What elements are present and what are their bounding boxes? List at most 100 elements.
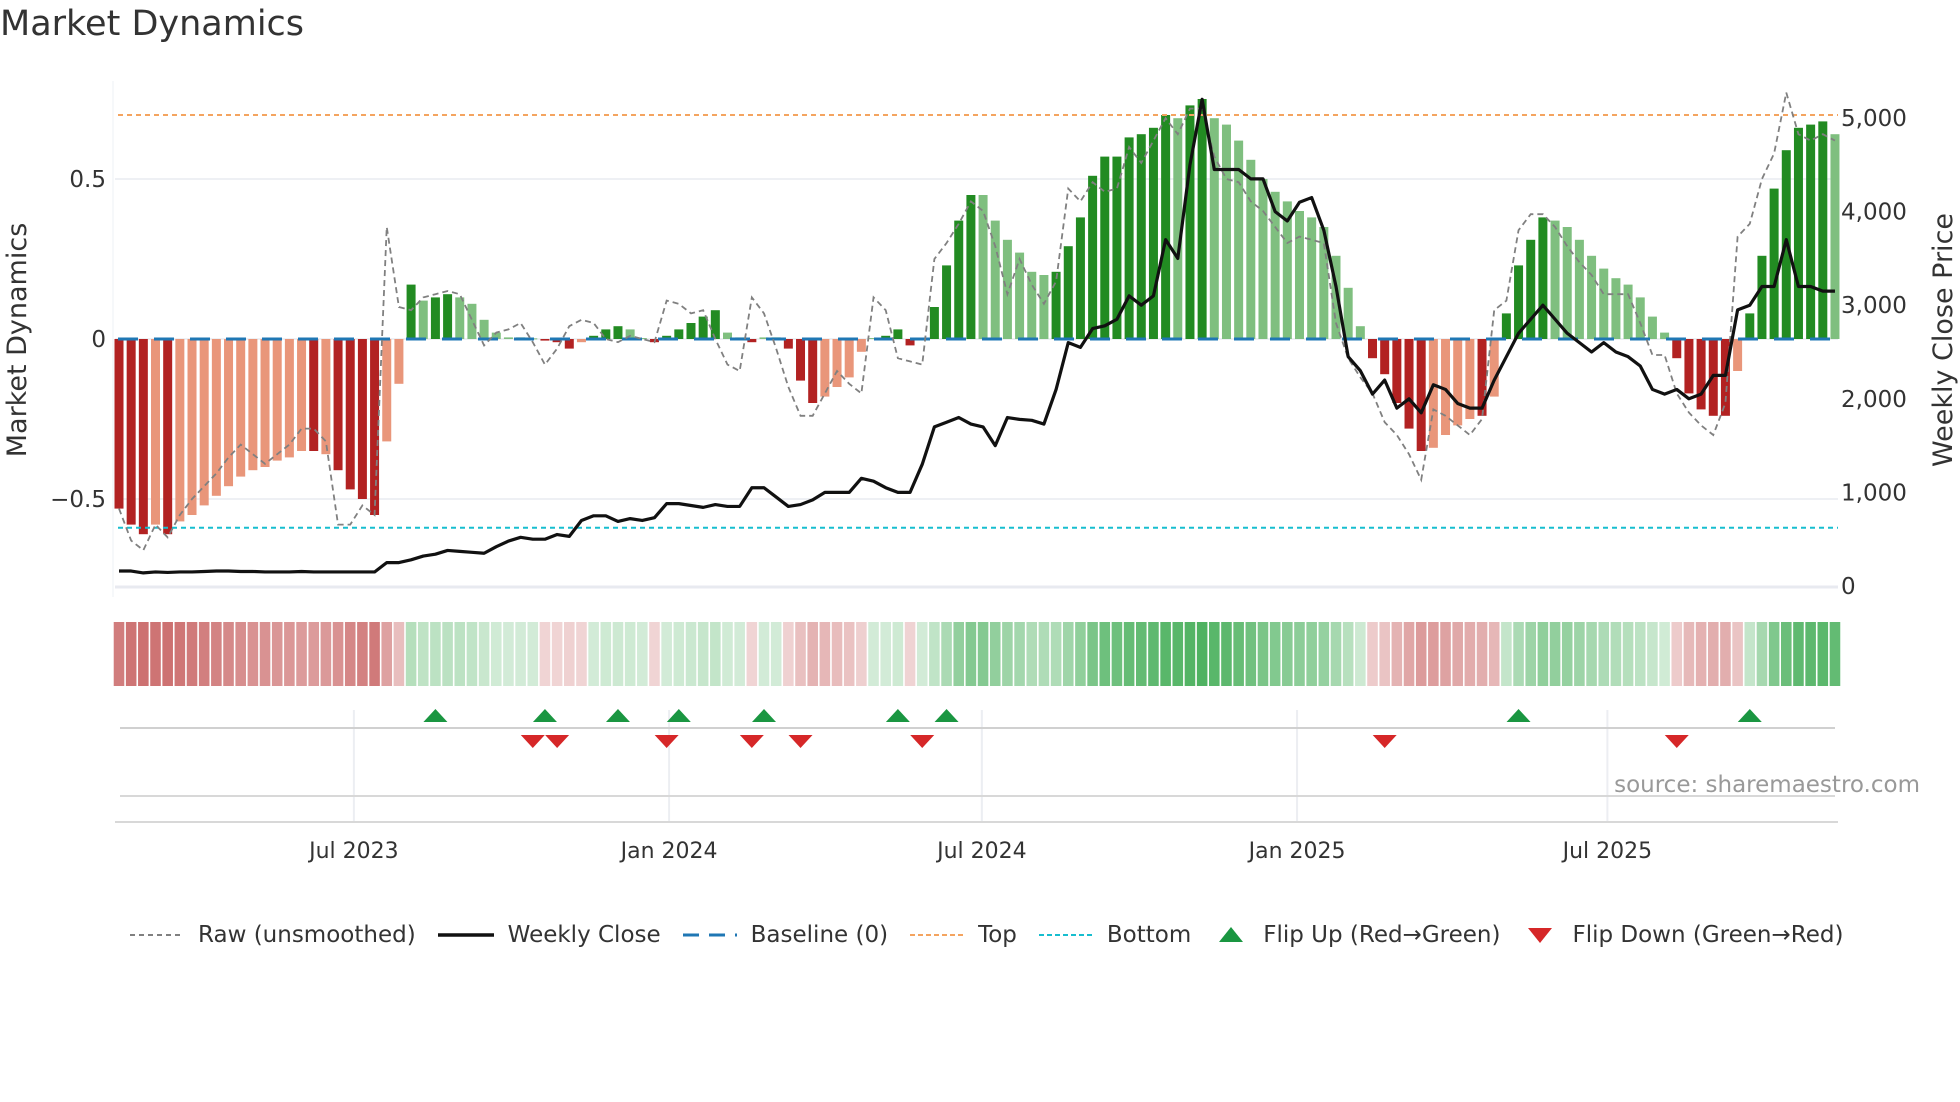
flip-up-marker [1737, 709, 1762, 722]
bottom-line-swatch [1038, 934, 1093, 936]
close-line-swatch [437, 933, 494, 937]
momentum-bar [1051, 271, 1061, 339]
momentum-bar [1100, 156, 1110, 339]
momentum-bar [163, 339, 173, 535]
heat-strip-cell [430, 622, 441, 686]
heat-strip-cell [1549, 622, 1561, 686]
heat-strip-cell [417, 622, 429, 686]
flip-up-marker [423, 709, 448, 722]
momentum-bar [1757, 255, 1767, 339]
heat-strip-cell [941, 622, 952, 686]
momentum-bar [1307, 217, 1317, 339]
heat-strip-cell [989, 622, 1001, 686]
heat-strip-cell [381, 622, 393, 686]
heat-strip-cell [977, 622, 989, 686]
y-tick-label: 0 [91, 327, 106, 353]
legend-label: Bottom [1106, 922, 1192, 948]
heat-strip-cell [1452, 622, 1463, 686]
heat-strip-cell [1768, 622, 1780, 686]
flip-up-marker [752, 709, 777, 722]
heat-strip-cell [1075, 622, 1086, 686]
momentum-bar [1793, 127, 1803, 339]
heat-strip-cell [1196, 622, 1208, 686]
momentum-bar [333, 339, 343, 471]
legend-label: Baseline (0) [750, 922, 889, 948]
momentum-bar [406, 284, 416, 339]
triangle-down-icon [1528, 928, 1553, 943]
heat-strip-cell [332, 622, 344, 686]
heat-strip-cell [1233, 622, 1244, 686]
legend-label: Top [978, 922, 1017, 948]
flip-up-marker [885, 709, 910, 722]
momentum-bar [1672, 339, 1682, 359]
momentum-bar [1501, 313, 1511, 339]
flip-down-marker [1664, 735, 1689, 748]
heat-strip-cell [965, 622, 977, 686]
momentum-bar [1063, 246, 1073, 339]
momentum-bar [187, 339, 197, 515]
heat-strip-cell [1561, 622, 1573, 686]
momentum-bar [370, 339, 380, 515]
heat-strip-cell [1391, 622, 1403, 686]
momentum-bar [613, 326, 623, 339]
legend-item-bottom: Bottom [1037, 922, 1191, 948]
momentum-bar [844, 339, 854, 378]
flip-down-marker [654, 735, 679, 748]
momentum-bar [175, 339, 185, 522]
heat-strip-cell [1574, 622, 1585, 686]
y-tick-label: −0.5 [50, 487, 106, 513]
momentum-bar [114, 339, 124, 509]
heat-strip-cell [1026, 622, 1038, 686]
momentum-bar [808, 339, 818, 403]
momentum-bar [382, 339, 392, 442]
momentum-bar [1368, 339, 1378, 359]
heat-strip-cell [1683, 622, 1695, 686]
heat-strip-cell [624, 622, 636, 686]
heat-strip-cell [1707, 622, 1719, 686]
heat-strip-cell [466, 622, 478, 686]
heat-strip-cell [710, 622, 721, 686]
heat-strip-cell [1379, 622, 1390, 686]
heat-strip-cell [612, 622, 624, 686]
heat-strip-cell [1330, 622, 1342, 686]
momentum-bar [1453, 339, 1463, 426]
heat-strip-cell [1598, 622, 1610, 686]
heat-strip-cell [1318, 622, 1330, 686]
flip-down-marker [1372, 735, 1397, 748]
heat-strip-cell [1634, 622, 1646, 686]
heat-strip-cell [819, 622, 831, 686]
source-label: source: sharemaestro.com [1614, 772, 1920, 798]
heat-strip-cell [831, 622, 843, 686]
y2-tick-label: 0 [1841, 574, 1856, 600]
flip-up-marker [666, 709, 691, 722]
heat-strip-cell [1744, 622, 1756, 686]
heat-strip-cell [795, 622, 806, 686]
heat-strip-cell [758, 622, 770, 686]
heat-strip-cell [357, 622, 368, 686]
momentum-bar [345, 339, 355, 490]
y2-tick-label: 3,000 [1841, 293, 1907, 319]
momentum-bar [309, 339, 319, 451]
heat-strip-cell [685, 622, 697, 686]
heat-strip-cell [344, 622, 356, 686]
flip-up-marker [1506, 709, 1531, 722]
y-tick-label: 0.5 [69, 167, 106, 193]
heat-strip-cell [783, 622, 794, 686]
heat-strip-cell [1793, 622, 1804, 686]
heat-strip-cell [1476, 622, 1488, 686]
flip-up-marker [532, 709, 557, 722]
heat-strip-cell [1099, 622, 1111, 686]
heat-strip-cell [1671, 622, 1683, 686]
heat-strip-cell [1732, 622, 1743, 686]
momentum-bar [1136, 134, 1146, 339]
flip-up-marker [605, 709, 630, 722]
momentum-bar [710, 310, 720, 339]
legend-label: Flip Up (Red→Green) [1263, 922, 1501, 948]
heat-strip-cell [1513, 622, 1524, 686]
heat-strip-cell [442, 622, 453, 686]
heat-strip-cell [1488, 622, 1500, 686]
flip-down-marker [545, 735, 570, 748]
momentum-bar [1587, 255, 1597, 339]
heat-strip-cell [454, 622, 466, 686]
y2-tick-label: 4,000 [1841, 200, 1907, 226]
